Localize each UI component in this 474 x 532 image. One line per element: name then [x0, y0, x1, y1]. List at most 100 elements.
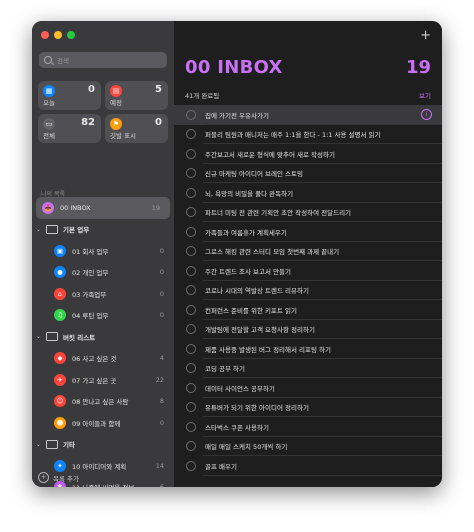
- sidebar-item[interactable]: ☺ 08 만나고 싶은 사람 8: [32, 391, 174, 413]
- reminder-row[interactable]: 신규 마케팅 아이디어 브레인 스토밍: [174, 164, 442, 183]
- complete-checkbox[interactable]: [186, 109, 196, 120]
- smart-list-flagged[interactable]: ⚑ 0 깃발 표시: [105, 114, 168, 143]
- add-reminder-button[interactable]: +: [420, 29, 431, 42]
- sidebar-item-count: 14: [155, 461, 164, 470]
- sidebar-item-inbox[interactable]: 📥 00 INBOX 19: [36, 197, 170, 219]
- smart-list-today[interactable]: ▦ 0 오늘: [38, 81, 101, 110]
- inbox-emoji-icon: 📥: [42, 201, 54, 214]
- reminder-title: 주간보고서 새로운 형식에 맞추어 새로 작성하기: [205, 150, 335, 159]
- complete-checkbox[interactable]: [186, 187, 196, 198]
- complete-checkbox[interactable]: [186, 324, 196, 335]
- sidebar-item-count: 0: [159, 311, 164, 320]
- search-icon: [44, 56, 52, 64]
- smart-list-label: 오늘: [43, 99, 55, 107]
- reminder-row[interactable]: 매일 매일 스케치 50개씩 하기: [174, 437, 442, 456]
- sidebar-item-count: 0: [159, 418, 164, 427]
- main-pane: + 00 INBOX 19 41개 완료됨 보기 집에 가기전 우유사가기 i 퍼블…: [174, 21, 442, 487]
- sidebar-item-count: 0: [159, 289, 164, 298]
- reminder-row[interactable]: 가족들과 여름휴가 계획세우기: [174, 222, 442, 242]
- info-icon[interactable]: i: [421, 109, 432, 121]
- reminder-title: 골프 배우기: [205, 462, 237, 471]
- person-icon: ●: [54, 266, 66, 279]
- sidebar-item[interactable]: ✈ 07 가고 싶은 곳 22: [32, 369, 174, 391]
- sidebar-item-label: 04 루틴 업무: [72, 312, 109, 321]
- sidebar-item[interactable]: ● 02 개인 업무 0: [32, 262, 174, 284]
- reminder-title: 뇌, 욕망의 비밀을 풀다 완독하기: [205, 189, 294, 198]
- cart-icon: ◆: [54, 352, 66, 365]
- sidebar-item[interactable]: ▣ 01 회사 업무 0: [32, 240, 174, 262]
- zoom-window-button[interactable]: [67, 31, 75, 39]
- smart-list-all[interactable]: ▭ 82 전체: [38, 114, 101, 143]
- smart-list-label: 전체: [43, 132, 55, 140]
- complete-checkbox[interactable]: [186, 168, 196, 179]
- folder-icon: [46, 332, 58, 342]
- sidebar-item[interactable]: ♫ 04 루틴 업무 0: [32, 305, 174, 327]
- complete-checkbox[interactable]: [186, 441, 196, 452]
- reminder-row[interactable]: 스타벅스 쿠폰 사용하기: [174, 417, 442, 437]
- sidebar-item[interactable]: ◆ 06 사고 싶은 것 4: [32, 348, 174, 370]
- group-label: 기타: [63, 441, 75, 450]
- show-completed-button[interactable]: 보기: [419, 90, 431, 100]
- plus-circle-icon: +: [38, 472, 49, 483]
- sidebar-item[interactable]: ☻ 09 아이들과 함께 0: [32, 412, 174, 434]
- sidebar-group[interactable]: ⌄ 버킷 리스트: [32, 326, 174, 348]
- complete-checkbox[interactable]: [186, 363, 196, 374]
- complete-checkbox[interactable]: [186, 285, 196, 296]
- sidebar-item-label: 08 만나고 싶은 사람: [72, 398, 129, 407]
- flag-icon: ⚑: [110, 118, 122, 130]
- reminder-list: 집에 가기전 우유사가기 i 퍼블리 팀원과 매니저는 매주 1:1을 한다 - 1…: [174, 105, 442, 476]
- reminder-row[interactable]: 주간 트렌드 조사 보고서 만들기: [174, 261, 442, 281]
- music-note-icon: ♫: [54, 309, 66, 322]
- reminder-row[interactable]: 컨퍼런스 준비를 위한 키포트 읽기: [174, 300, 442, 320]
- reminder-row[interactable]: 그로스 해킹 관련 스터디 모임 첫번째 과제 끝내기: [174, 242, 442, 261]
- search-input[interactable]: 검색: [39, 52, 167, 68]
- complete-checkbox[interactable]: [186, 246, 196, 257]
- sidebar-group[interactable]: ⌄ 기본 업무: [32, 219, 174, 241]
- complete-checkbox[interactable]: [186, 148, 196, 159]
- reminder-row[interactable]: 제품 사용중 발생된 버그 정리해서 리포팅 하기: [174, 339, 442, 359]
- complete-checkbox[interactable]: [186, 226, 196, 237]
- reminder-row[interactable]: 개발팀에 전달할 고객 요청사항 정리하기: [174, 320, 442, 339]
- reminder-title: 유튜버가 되기 위한 아이디어 정리하기: [205, 404, 309, 413]
- sidebar-item-count: 6: [160, 483, 164, 487]
- completed-count: 41개 완료됨: [185, 92, 220, 100]
- complete-checkbox[interactable]: [186, 460, 196, 471]
- sidebar-item-label: 09 아이들과 함께: [72, 419, 121, 428]
- sidebar-group[interactable]: ⌄ 기타: [32, 434, 174, 456]
- complete-checkbox[interactable]: [186, 402, 196, 413]
- sidebar: 검색 ▦ 0 오늘 ▤ 5 예정 ▭ 82 전체 ⚑ 0 깃발 표시 나의 목록 📥 00 INBOX 1…: [32, 21, 174, 487]
- reminder-row[interactable]: 주간보고서 새로운 형식에 맞추어 새로 작성하기: [174, 144, 442, 164]
- reminder-row[interactable]: 골프 배우기: [174, 456, 442, 476]
- minimize-window-button[interactable]: [54, 31, 62, 39]
- reminder-row[interactable]: 코로나 시대의 역발상 트렌드 리뷰하기: [174, 281, 442, 300]
- chevron-down-icon[interactable]: ⌄: [36, 441, 44, 448]
- complete-checkbox[interactable]: [186, 265, 196, 276]
- reminder-row[interactable]: 코딩 공부 하기: [174, 359, 442, 378]
- smart-list-scheduled[interactable]: ▤ 5 예정: [105, 81, 168, 110]
- house-icon: ⌂: [54, 287, 66, 300]
- window-controls: [41, 31, 75, 39]
- complete-checkbox[interactable]: [186, 382, 196, 393]
- chevron-down-icon[interactable]: ⌄: [36, 226, 44, 233]
- chevron-down-icon[interactable]: ⌄: [36, 333, 44, 340]
- reminder-row[interactable]: 뇌, 욕망의 비밀을 풀다 완독하기: [174, 183, 442, 203]
- reminder-row[interactable]: 집에 가기전 우유사가기 i: [174, 105, 442, 125]
- complete-checkbox[interactable]: [186, 343, 196, 354]
- airplane-icon: ✈: [54, 373, 66, 386]
- complete-checkbox[interactable]: [186, 207, 196, 218]
- reminder-row[interactable]: 유튜버가 되기 위한 아이디어 정리하기: [174, 398, 442, 417]
- building-icon: ▣: [54, 244, 66, 257]
- sidebar-item-label: 06 사고 싶은 것: [72, 355, 117, 364]
- complete-checkbox[interactable]: [186, 129, 196, 140]
- complete-checkbox[interactable]: [186, 304, 196, 315]
- add-list-button[interactable]: + 목록 추가: [38, 472, 79, 483]
- reminder-row[interactable]: 파트너 미팅 전 관련 기획안 초안 작성하여 전달드리기: [174, 203, 442, 222]
- sidebar-item[interactable]: ⌂ 03 가족업무 0: [32, 283, 174, 305]
- sidebar-item-count: 0: [159, 246, 164, 255]
- sidebar-item-count: 22: [155, 375, 164, 384]
- reminder-row[interactable]: 데이터 사이언스 공부하기: [174, 378, 442, 398]
- close-window-button[interactable]: [41, 31, 49, 39]
- complete-checkbox[interactable]: [186, 421, 196, 432]
- reminder-title: 가족들과 여름휴가 계획세우기: [205, 228, 287, 237]
- reminder-row[interactable]: 퍼블리 팀원과 매니저는 매주 1:1을 한다 - 1:1 사용 설명서 읽기: [174, 125, 442, 144]
